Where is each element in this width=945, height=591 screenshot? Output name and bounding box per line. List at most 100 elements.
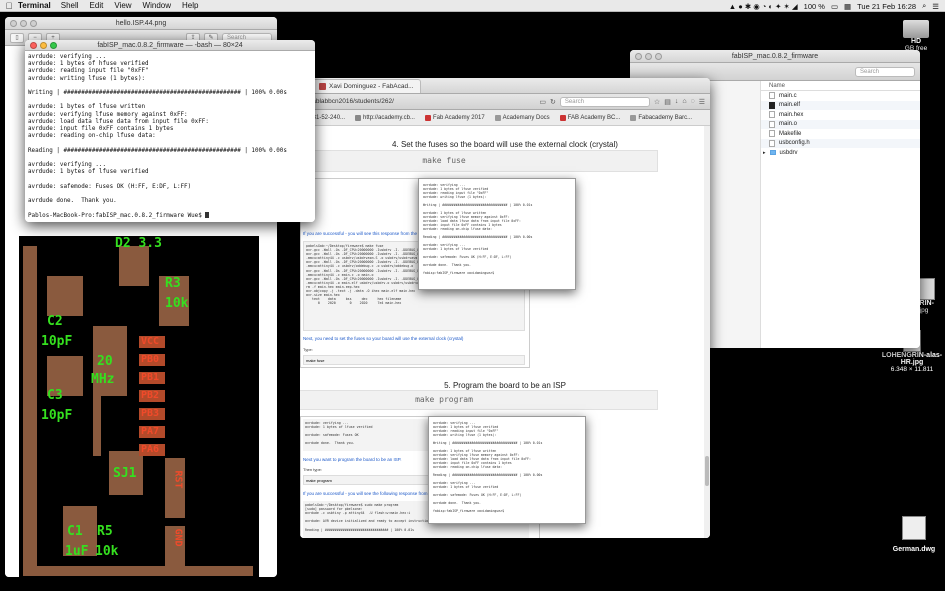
- flag-icon[interactable]: ▦: [844, 2, 851, 11]
- finder-search[interactable]: Search: [855, 66, 915, 77]
- file-row[interactable]: usbconfig.h: [761, 138, 920, 148]
- file-row[interactable]: Makefile: [761, 129, 920, 139]
- pcb-label: 10pF: [41, 334, 73, 349]
- menu-edit[interactable]: Edit: [90, 1, 104, 10]
- close-icon[interactable]: [30, 41, 37, 49]
- menu-help[interactable]: Help: [182, 1, 198, 10]
- close-icon[interactable]: [635, 52, 642, 60]
- pcb-label: 20: [97, 354, 113, 369]
- embedded-make-fuse: make fuse: [303, 355, 525, 365]
- pcb-label: C3: [47, 388, 63, 403]
- bookmark-item[interactable]: FAB Academy BC...: [559, 114, 620, 121]
- file-icon: [769, 101, 775, 109]
- preview-titlebar[interactable]: hello.ISP.44.png: [5, 17, 277, 30]
- disclosure-icon[interactable]: ▸: [763, 150, 766, 156]
- reload-icon[interactable]: ↻: [550, 98, 556, 106]
- pcb-label: D2 3.3: [115, 236, 162, 251]
- pcb-pin-label: PB3: [141, 408, 160, 419]
- terminal-line: avrdude: reading input file "0xFF": [28, 68, 149, 75]
- minimize-icon[interactable]: [20, 19, 27, 27]
- browser-search[interactable]: Search: [559, 96, 650, 107]
- scrollbar[interactable]: [704, 126, 710, 538]
- zoom-icon[interactable]: [50, 41, 57, 49]
- hard-drive-icon[interactable]: HD GB free: [888, 20, 944, 52]
- embedded-success-text: If you are successful - you will see thi…: [303, 231, 434, 236]
- column-header-name[interactable]: Name: [761, 81, 920, 91]
- file-icon: [769, 111, 775, 119]
- file-row[interactable]: ▸ usbdrv: [761, 148, 920, 158]
- zoom-icon[interactable]: [655, 52, 662, 60]
- pcb-pin-label: PA7: [141, 426, 160, 437]
- page-content: 4. Set the fuses so the board will use t…: [300, 126, 710, 538]
- bookmarks-bar: 72-31-52-240... http://academy.cb... Fab…: [300, 110, 710, 126]
- bookmark-item[interactable]: Fabacademy Barc...: [630, 114, 692, 121]
- pcb-label: SJ1: [113, 466, 137, 481]
- file-name: usbdrv: [779, 149, 798, 156]
- star-icon[interactable]: ☆: [654, 98, 660, 106]
- finder-titlebar[interactable]: fabISP_mac.0.8.2_firmware: [630, 50, 920, 63]
- minimize-icon[interactable]: [40, 41, 47, 49]
- terminal-line: Writing | ##############################…: [28, 90, 287, 96]
- close-icon[interactable]: [10, 19, 17, 27]
- pocket-icon[interactable]: ◌: [691, 98, 695, 105]
- browser-navbar: ...fablabbcn2016/students/262/ ▭ ↻ Searc…: [300, 94, 710, 110]
- pcb-label: 10k: [165, 296, 189, 311]
- browser-tabbar: Xavi Dominguez - FabAcad...: [300, 78, 710, 94]
- sidebar-icon[interactable]: ▯: [10, 32, 24, 43]
- terminal-line: avrdude: input file 0xFF contains 1 byte…: [28, 126, 174, 132]
- embedded-program-text: Next you want to program the board to be…: [303, 457, 402, 462]
- file-row[interactable]: main.elf: [761, 100, 920, 110]
- scrollbar-thumb[interactable]: [705, 456, 709, 486]
- file-row[interactable]: main.hex: [761, 110, 920, 120]
- app-menu[interactable]: Terminal: [18, 1, 51, 10]
- file-row[interactable]: main.o: [761, 119, 920, 129]
- library-icon[interactable]: ▤: [664, 98, 671, 106]
- bookmark-item[interactable]: http://academy.cb...: [355, 114, 415, 121]
- bookmark-item[interactable]: Fab Academy 2017: [424, 114, 485, 121]
- file-row[interactable]: main.c: [761, 91, 920, 101]
- url-bar[interactable]: ...fablabbcn2016/students/262/: [305, 98, 535, 105]
- notification-icon[interactable]: ☰: [932, 2, 939, 11]
- menu-view[interactable]: View: [114, 1, 131, 10]
- desktop-file-icon[interactable]: German.dwg: [886, 516, 942, 553]
- terminal-line: avrdude: 1 bytes of lfuse written: [28, 104, 146, 111]
- terminal-output[interactable]: avrdude: verifying ... avrdude: 1 bytes o…: [25, 51, 315, 222]
- terminal-line: avrdude: writing lfuse (1 bytes):: [28, 75, 146, 82]
- make-fuse-code: make fuse: [300, 150, 658, 172]
- home-icon[interactable]: ⌂: [682, 98, 686, 105]
- menu-shell[interactable]: Shell: [61, 1, 79, 10]
- minimize-icon[interactable]: [645, 52, 652, 60]
- terminal-line: avrdude: verifying lfuse memory against …: [28, 111, 188, 118]
- step4-heading: 4. Set the fuses so the board will use t…: [392, 140, 618, 149]
- zoom-icon[interactable]: [30, 19, 37, 27]
- battery-label[interactable]: 100 %: [804, 2, 825, 11]
- pcb-pin-label: PA6: [141, 444, 160, 455]
- terminal-line: Reading | ##############################…: [28, 147, 287, 154]
- battery-icon[interactable]: ▭: [831, 2, 838, 11]
- apple-menu-icon[interactable]: : [0, 1, 18, 11]
- status-icons[interactable]: ▲ ● ✱ ◉ ◔ ◐ ✦ ✶ ◢: [729, 2, 798, 11]
- menu-icon[interactable]: ☰: [699, 98, 705, 106]
- reader-icon[interactable]: ▭: [539, 98, 546, 106]
- terminal-line: avrdude: verifying ...: [28, 161, 107, 168]
- browser-tab[interactable]: Xavi Dominguez - FabAcad...: [312, 78, 421, 93]
- terminal-output-popup: avrdude: verifying ... avrdude: 1 bytes o…: [428, 416, 586, 524]
- menu-window[interactable]: Window: [143, 1, 171, 10]
- file-name: main.c: [779, 92, 797, 99]
- file-icon: [769, 130, 775, 138]
- bookmark-item[interactable]: Academany Docs: [494, 114, 550, 121]
- clock[interactable]: Tue 21 Feb 16:28: [857, 2, 916, 11]
- terminal-titlebar[interactable]: fabISP_mac.0.8.2_firmware — -bash — 80×2…: [25, 40, 315, 51]
- pcb-pin-label: PB2: [141, 390, 160, 401]
- terminal-line: avrdude: load data lfuse data from input…: [28, 118, 209, 125]
- popup-line: fabisp:fabISP_firmware xavidominguez$: [433, 509, 505, 513]
- spotlight-icon[interactable]: ⌕: [922, 1, 926, 11]
- terminal-line: avrdude: 1 bytes of lfuse verified: [28, 169, 149, 176]
- pcb-pin-label: VCC: [141, 336, 160, 347]
- download-icon[interactable]: ↓: [675, 98, 679, 105]
